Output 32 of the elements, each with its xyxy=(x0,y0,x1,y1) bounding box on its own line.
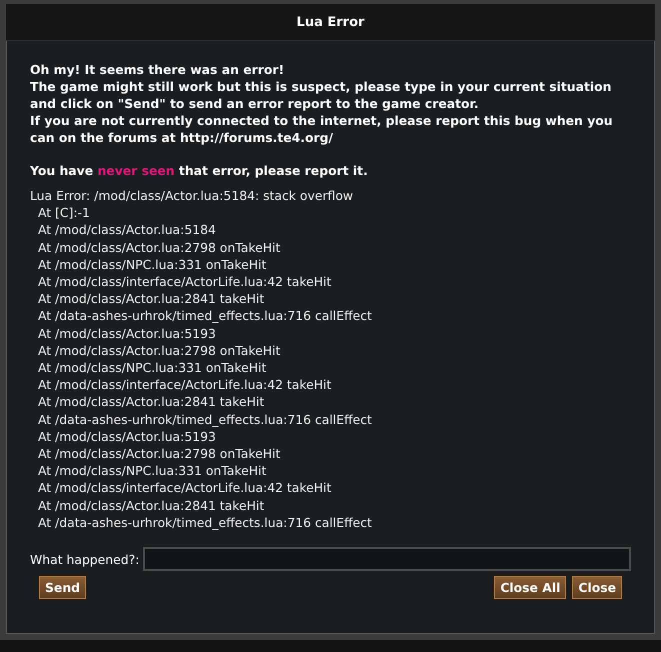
report-notice: You have never seen that error, please report it. xyxy=(30,162,369,179)
stack-trace-line: At /mod/class/Actor.lua:2798 onTakeHit xyxy=(37,342,282,360)
stack-trace-line: At /mod/class/interface/ActorLife.lua:42 takeHit xyxy=(37,273,332,290)
stack-trace-line: At /data-ashes-urhrok/timed_effects.lua:716 callEffect xyxy=(37,410,373,428)
stack-trace-line: At /mod/class/Actor.lua:2798 onTakeHit xyxy=(37,238,282,256)
stack-trace-line: At /mod/class/Actor.lua:2798 onTakeHit xyxy=(37,445,282,462)
stack-trace-line: At /data-ashes-urhrok/timed_effects.lua:716 callEffect xyxy=(37,514,373,532)
send-button[interactable]: Send xyxy=(38,575,88,600)
message-text: If you are not currently connected to the internet, please report this bug when you xyxy=(30,112,614,129)
stack-trace-line: At /mod/class/Actor.lua:5193 xyxy=(37,428,217,446)
error-header: Lua Error: /mod/class/Actor.lua:5184: stack overflow xyxy=(30,187,354,204)
stack-trace-line: At /mod/class/Actor.lua:5193 xyxy=(37,324,217,342)
stack-trace-line: At /mod/class/Actor.lua:2841 takeHit xyxy=(37,393,266,411)
message-text: The game might still work but this is suspect, please type in your current situation xyxy=(30,78,612,95)
stack-trace-line: At /mod/class/NPC.lua:331 onTakeHit xyxy=(37,256,268,274)
message-text: can on the forums at http://forums.te4.org/ xyxy=(30,129,334,146)
stack-trace-line: At /mod/class/NPC.lua:331 onTakeHit xyxy=(37,359,268,376)
stack-trace-line: At /data-ashes-urhrok/timed_effects.lua:716 callEffect xyxy=(37,307,373,325)
stack-trace-line: At /mod/class/NPC.lua:331 onTakeHit xyxy=(37,462,268,480)
stack-trace-line: At /mod/class/interface/ActorLife.lua:42 takeHit xyxy=(37,376,332,394)
message-text: Oh my! It seems there was an error! xyxy=(30,61,286,78)
stack-trace-line: At /mod/class/Actor.lua:2841 takeHit xyxy=(37,496,266,514)
stack-trace-line: At /mod/class/Actor.lua:5184 xyxy=(37,221,217,239)
close-button[interactable]: Close All xyxy=(493,575,568,600)
stack-trace-line: At /mod/class/interface/ActorLife.lua:42 takeHit xyxy=(37,479,332,497)
message-text: and click on "Send" to send an error report to the game creator. xyxy=(30,95,480,112)
stack-trace-line: At /mod/class/Actor.lua:2841 takeHit xyxy=(37,290,266,308)
field-label: What happened?: xyxy=(30,552,140,567)
input-field[interactable] xyxy=(143,547,631,572)
close-button[interactable]: Close xyxy=(571,575,623,600)
stack-trace-line: At [C]:-1 xyxy=(37,204,91,222)
window-title: Lua Error xyxy=(296,14,364,30)
